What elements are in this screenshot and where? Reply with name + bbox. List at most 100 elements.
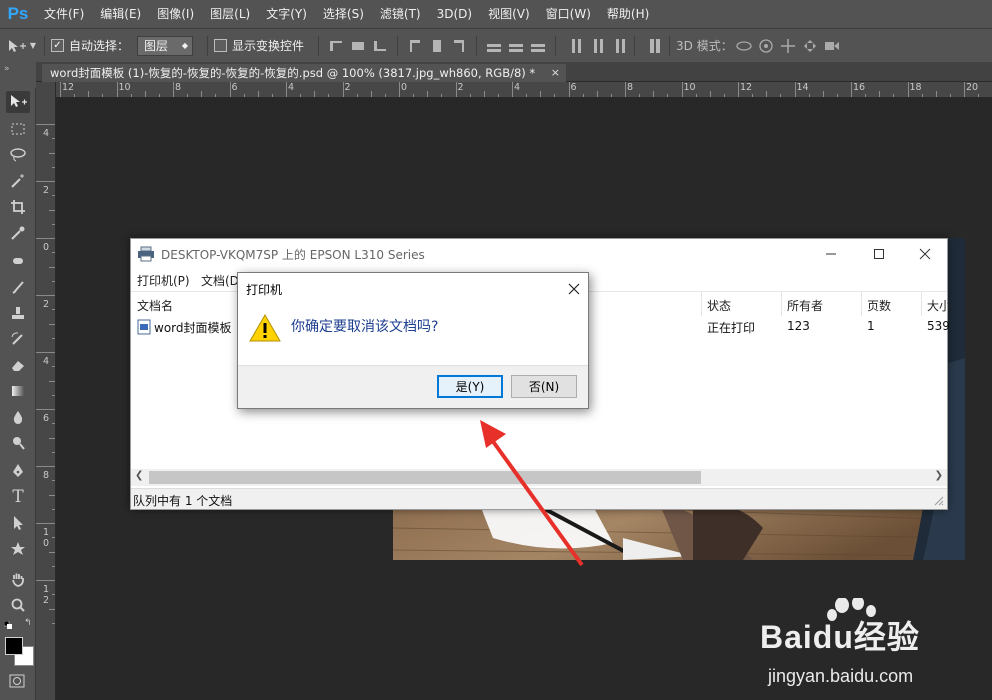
marquee-tool-icon[interactable] [6, 118, 30, 140]
ruler-tick-label: 16 [853, 82, 866, 93]
menu-printer[interactable]: 打印机(P) [137, 272, 190, 289]
hand-tool-icon[interactable] [6, 568, 30, 590]
ruler-subtick [497, 94, 499, 97]
auto-align-icon[interactable] [644, 38, 660, 54]
align-right-icon[interactable] [451, 38, 467, 54]
ruler-tick [116, 82, 118, 97]
yes-button[interactable]: 是(Y) [437, 375, 503, 398]
show-transform-checkbox[interactable] [214, 39, 228, 52]
column-divider[interactable] [781, 292, 782, 316]
maximize-button[interactable] [859, 243, 899, 265]
align-vcenter-icon[interactable] [350, 38, 366, 54]
ruler-subtick [52, 622, 55, 624]
close-window-button[interactable] [905, 243, 945, 265]
orbit-3d-icon[interactable] [733, 35, 755, 57]
menu-type[interactable]: 文字(Y) [258, 0, 315, 28]
close-icon[interactable] [568, 277, 580, 299]
no-button[interactable]: 否(N) [511, 375, 577, 398]
column-document-name[interactable]: 文档名 [137, 297, 173, 314]
magic-wand-tool-icon[interactable] [6, 170, 30, 192]
slide-3d-icon[interactable] [799, 35, 821, 57]
type-tool-icon[interactable]: T [6, 486, 30, 508]
zoom-tool-icon[interactable] [6, 594, 30, 616]
crop-tool-icon[interactable] [6, 196, 30, 218]
default-colors-icon[interactable] [3, 618, 12, 629]
close-icon[interactable]: × [551, 64, 560, 82]
column-pages[interactable]: 页数 [867, 297, 891, 314]
menu-layer[interactable]: 图层(L) [202, 0, 258, 28]
scroll-left-icon[interactable]: ❮ [135, 470, 143, 481]
ruler-tick [625, 82, 626, 97]
column-owner[interactable]: 所有者 [787, 297, 823, 314]
ruler-subtick [215, 94, 217, 97]
scroll-right-icon[interactable]: ❯ [935, 470, 943, 481]
shape-tool-icon[interactable] [6, 538, 30, 560]
ruler-tick-label: 18 [909, 82, 922, 93]
ruler-subtick [49, 437, 55, 439]
ruler-subtick [554, 94, 556, 97]
ruler-subtick [52, 451, 55, 453]
menu-select[interactable]: 选择(S) [315, 0, 372, 28]
pan-3d-icon[interactable] [777, 35, 799, 57]
ruler-tick [36, 295, 55, 296]
gradient-tool-icon[interactable] [6, 380, 30, 402]
ruler-subtick [808, 94, 810, 97]
menu-edit[interactable]: 编辑(E) [92, 0, 149, 28]
scrollbar-thumb[interactable] [149, 471, 701, 484]
menu-window[interactable]: 窗口(W) [538, 0, 599, 28]
blur-tool-icon[interactable] [6, 406, 30, 428]
collapse-chevron-icon[interactable]: » [4, 64, 10, 74]
resize-grip-icon[interactable] [934, 495, 944, 509]
column-divider[interactable] [921, 292, 922, 316]
move-tool-preset-icon[interactable] [6, 35, 28, 57]
document-tab[interactable]: word封面模板 (1)-恢复的-恢复的-恢复的-恢复的.psd @ 100% … [42, 64, 566, 82]
menu-help[interactable]: 帮助(H) [599, 0, 657, 28]
preset-dropdown-icon[interactable]: ▼ [28, 35, 38, 57]
quick-mask-icon[interactable] [9, 674, 25, 688]
lasso-tool-icon[interactable] [6, 144, 30, 166]
column-status[interactable]: 状态 [707, 297, 731, 314]
column-divider[interactable] [701, 292, 702, 316]
dodge-tool-icon[interactable] [6, 432, 30, 454]
column-divider[interactable] [861, 292, 862, 316]
ruler-subtick [865, 94, 867, 97]
brush-tool-icon[interactable] [6, 276, 30, 298]
clone-stamp-tool-icon[interactable] [6, 302, 30, 324]
minimize-button[interactable] [811, 243, 851, 265]
menu-3d[interactable]: 3D(D) [429, 0, 480, 28]
path-selection-tool-icon[interactable] [6, 512, 30, 534]
ruler-subtick [52, 394, 55, 396]
align-hcenter-icon[interactable] [429, 38, 445, 54]
menu-file[interactable]: 文件(F) [36, 0, 92, 28]
healing-brush-tool-icon[interactable] [6, 250, 30, 272]
toolbox-header: » [0, 62, 36, 88]
auto-select-target-select[interactable]: 图层 ◆ [137, 35, 194, 56]
distribute-bottom-icon[interactable] [530, 38, 546, 54]
menu-image[interactable]: 图像(I) [149, 0, 202, 28]
distribute-hcenter-icon[interactable] [587, 38, 603, 54]
eraser-tool-icon[interactable] [6, 354, 30, 376]
roll-3d-icon[interactable] [755, 35, 777, 57]
distribute-right-icon[interactable] [609, 38, 625, 54]
distribute-vcenter-icon[interactable] [508, 38, 524, 54]
align-top-icon[interactable] [328, 38, 344, 54]
menu-filter[interactable]: 滤镜(T) [372, 0, 429, 28]
ruler-tick-label: 2 [43, 299, 50, 310]
distribute-left-icon[interactable] [565, 38, 581, 54]
eyedropper-tool-icon[interactable] [6, 222, 30, 244]
scale-3d-icon[interactable] [821, 35, 843, 57]
move-tool-icon[interactable] [6, 91, 30, 113]
pen-tool-icon[interactable] [6, 460, 30, 482]
ruler-subtick [49, 608, 55, 610]
distribute-top-icon[interactable] [486, 38, 502, 54]
align-left-icon[interactable] [407, 38, 423, 54]
swap-colors-icon[interactable]: ↰ [24, 618, 32, 628]
foreground-color-swatch[interactable] [5, 637, 23, 655]
menu-view[interactable]: 视图(V) [480, 0, 538, 28]
column-size[interactable]: 大小 [927, 297, 951, 314]
history-brush-tool-icon[interactable] [6, 328, 30, 350]
auto-select-checkbox[interactable]: ✓ [51, 39, 64, 52]
align-bottom-icon[interactable] [372, 38, 388, 54]
options-bar: ▼ ✓ 自动选择： 图层 ◆ 显示变换控件 3D 模式： [0, 28, 992, 62]
auto-select-target-value: 图层 [144, 39, 169, 53]
